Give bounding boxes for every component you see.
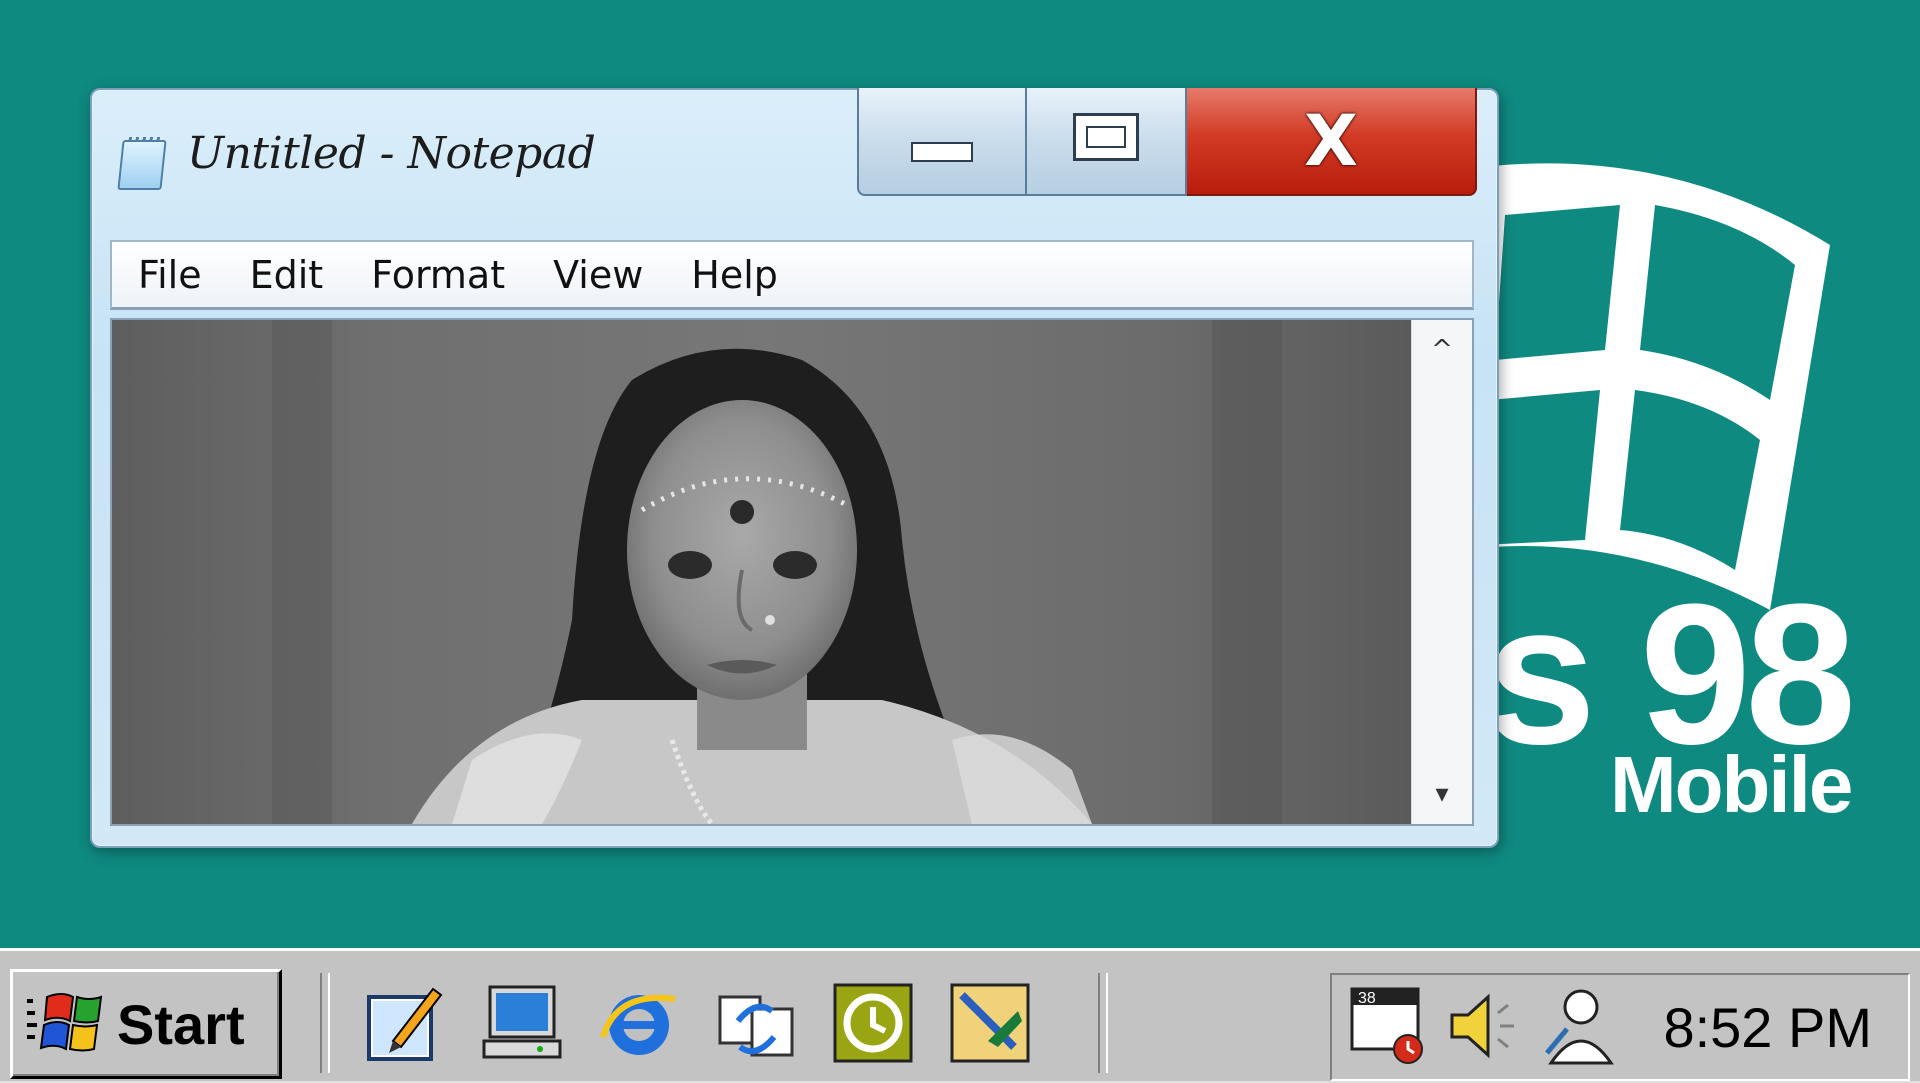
notepad-edit-icon[interactable] — [360, 978, 450, 1068]
internet-explorer-icon[interactable] — [594, 978, 684, 1068]
start-label: Start — [117, 992, 245, 1056]
menu-edit[interactable]: Edit — [250, 253, 324, 297]
taskbar-clock[interactable]: 8:52 PM — [1663, 995, 1872, 1060]
desktop-logo-edition: Mobile — [1610, 740, 1853, 829]
paint-icon[interactable] — [945, 978, 1035, 1068]
minimize-icon — [911, 142, 973, 162]
minimize-button[interactable] — [857, 88, 1027, 196]
menu-file[interactable]: File — [138, 253, 202, 297]
notepad-window: Untitled - Notepad X File Edit Format Vi… — [90, 88, 1499, 848]
sync-icon[interactable] — [711, 978, 801, 1068]
menu-help[interactable]: Help — [691, 253, 778, 297]
user-network-icon[interactable] — [1537, 983, 1622, 1068]
clock-app-icon[interactable] — [828, 978, 918, 1068]
maximize-button[interactable] — [1027, 88, 1187, 196]
window-title: Untitled - Notepad — [187, 128, 596, 179]
text-area[interactable]: ^ ▾ — [110, 318, 1474, 826]
portrait-image — [112, 320, 1414, 824]
maximize-icon — [1073, 113, 1139, 161]
menu-view[interactable]: View — [553, 253, 643, 297]
system-tray: 38 8:52 PM — [1330, 973, 1910, 1081]
menu-bar: File Edit Format View Help — [110, 240, 1474, 310]
menu-format[interactable]: Format — [371, 253, 505, 297]
scheduler-icon[interactable]: 38 — [1348, 983, 1433, 1068]
close-button[interactable]: X — [1187, 88, 1477, 196]
start-button[interactable]: Start — [10, 969, 282, 1079]
taskbar-separator — [1098, 973, 1108, 1073]
my-computer-icon[interactable] — [477, 978, 567, 1068]
caption-buttons: X — [857, 88, 1482, 198]
notepad-icon — [117, 140, 167, 190]
volume-icon[interactable] — [1442, 983, 1527, 1068]
quick-launch — [360, 973, 1062, 1073]
vertical-scrollbar[interactable]: ^ ▾ — [1411, 320, 1472, 824]
scroll-up-button[interactable]: ^ — [1412, 320, 1472, 380]
taskbar: Start 38 8:52 PM — [0, 948, 1920, 1083]
windows-logo-icon — [27, 993, 103, 1052]
scroll-down-button[interactable]: ▾ — [1412, 764, 1472, 824]
close-icon: X — [1304, 100, 1358, 182]
taskbar-separator — [320, 973, 330, 1073]
svg-text:38: 38 — [1358, 990, 1376, 1007]
